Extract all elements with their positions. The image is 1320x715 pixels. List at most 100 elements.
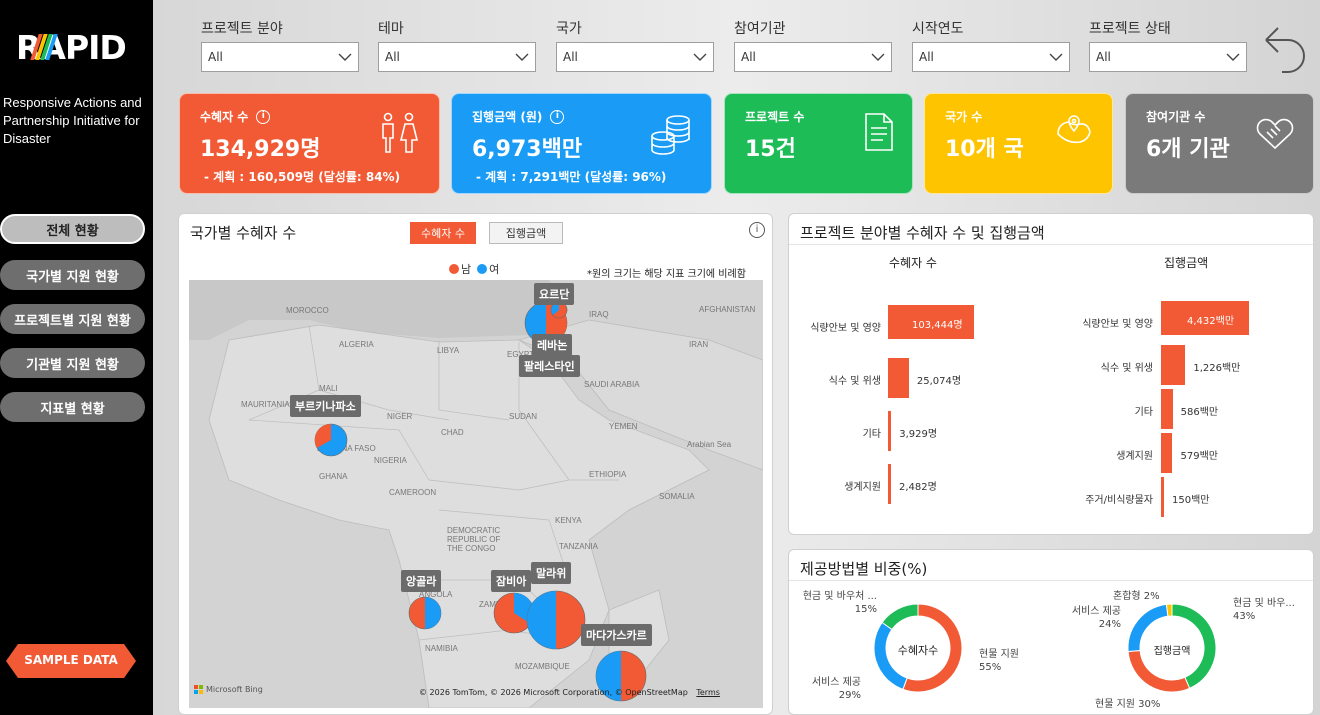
map-legend: 남 여 [449, 261, 499, 277]
donut-center-label: 집행금액 [1153, 646, 1191, 657]
donut-label: 혼합형 2% [1113, 590, 1160, 603]
filter-agency-select[interactable]: All [734, 42, 892, 72]
nav-country[interactable]: 국가별 지원 현황 [0, 260, 145, 290]
kpi-label-text: 수혜자 수 [200, 110, 249, 124]
nav-project[interactable]: 프로젝트별 지원 현황 [0, 304, 145, 334]
donut-label: 현물 지원 55% [979, 648, 1019, 674]
bar[interactable] [888, 464, 891, 504]
bar-label: 식량안보 및 영양 [1082, 319, 1153, 330]
bar-value: 1,226백만 [1193, 363, 1241, 374]
country-tag-lebanon[interactable]: 레바논 [532, 334, 573, 356]
bar[interactable] [1161, 345, 1186, 385]
donut-label: 현물 지원 30% [1095, 698, 1160, 711]
tagline: Responsive Actions and Partnership Initi… [3, 95, 142, 146]
donut-label: 현금 및 바우... 43% [1233, 597, 1295, 623]
filter-status: 프로젝트 상태 All [1089, 18, 1247, 72]
chevron-down-icon [338, 50, 352, 64]
country-tag-malawi[interactable]: 말라위 [531, 562, 572, 584]
filter-start-year: 시작연도 All [912, 18, 1070, 72]
filter-label: 테마 [378, 21, 404, 37]
back-arrow-icon[interactable] [1262, 24, 1308, 78]
filter-label: 프로젝트 상태 [1089, 21, 1171, 37]
terms-link[interactable]: Terms [696, 688, 720, 697]
bar-label: 기타 [1134, 407, 1153, 418]
divider [789, 580, 1313, 581]
legend-male-swatch [449, 264, 459, 274]
donut-slice[interactable] [1165, 603, 1173, 617]
bar-value: 4,432백만 [1187, 316, 1235, 327]
country-tag-angola[interactable]: 앙골라 [401, 570, 442, 592]
bubble-malawi[interactable] [526, 590, 586, 650]
country-tag-madagascar[interactable]: 마다가스카르 [581, 624, 652, 646]
chevron-down-icon [1226, 50, 1240, 64]
donut-center-label: 수혜자수 [897, 644, 939, 657]
bar[interactable] [1161, 433, 1173, 473]
nav-agency[interactable]: 기관별 지원 현황 [0, 348, 145, 378]
country-tag-palestine[interactable]: 팔레스타인 [519, 355, 580, 377]
document-icon [864, 112, 894, 156]
map-panel-title: 국가별 수혜자 수 [190, 224, 297, 242]
filter-country: 국가 All [556, 18, 714, 72]
filter-country-select[interactable]: All [556, 42, 714, 72]
toggle-amount[interactable]: 집행금액 [489, 222, 563, 244]
toggle-beneficiaries[interactable]: 수혜자 수 [410, 222, 476, 244]
nav-overview[interactable]: 전체 현황 [0, 214, 145, 244]
chevron-down-icon [693, 50, 707, 64]
bar-label: 식수 및 위생 [1100, 363, 1153, 374]
filter-value: All [741, 50, 756, 64]
country-tag-burkina-faso[interactable]: 부르키나파소 [290, 395, 361, 417]
bar[interactable] [888, 358, 909, 398]
donut-label-text: 현물 지원 [1095, 699, 1135, 710]
filter-label: 국가 [556, 21, 582, 37]
filter-status-select[interactable]: All [1089, 42, 1247, 72]
nav-indicator[interactable]: 지표별 현황 [0, 392, 145, 422]
filter-start-year-select[interactable]: All [912, 42, 1070, 72]
country-tag-zambia[interactable]: 잠비아 [491, 570, 532, 592]
africa-map[interactable]: MOROCCO ALGERIA LIBYA EGYPT SAUDI ARABIA… [189, 280, 763, 708]
donut-label-pct: 29% [838, 690, 861, 701]
bar-label: 생계지원 [844, 482, 881, 493]
map-bubbles [314, 290, 647, 702]
donut-label-pct: 2% [1143, 591, 1160, 602]
country-tag-jordan[interactable]: 요르단 [534, 283, 575, 305]
bar-label: 식수 및 위생 [828, 376, 881, 387]
filter-theme-select[interactable]: All [378, 42, 536, 72]
filter-value: All [1096, 50, 1111, 64]
donut-label-text: 혼합형 [1113, 591, 1141, 602]
bar-value: 3,929명 [899, 429, 938, 440]
sidebar: RAPID Responsive Actions and Partnership… [0, 0, 153, 715]
filter-field: 프로젝트 분야 All [201, 18, 359, 72]
bar[interactable] [1161, 389, 1173, 429]
legend-female-swatch [477, 264, 488, 274]
filter-value: All [208, 50, 223, 64]
donut-label-text: 현금 및 바우처 ... [802, 591, 877, 602]
bing-credit: Microsoft Bing [194, 685, 263, 694]
info-icon[interactable]: i [256, 109, 271, 124]
people-icon [377, 112, 421, 160]
donut-label-pct: 30% [1138, 699, 1161, 710]
bar[interactable] [888, 411, 892, 451]
filter-label: 프로젝트 분야 [201, 21, 283, 37]
info-icon[interactable]: i [749, 222, 765, 238]
divider [789, 244, 1313, 245]
bar[interactable] [1161, 477, 1164, 517]
bar-value: 579백만 [1180, 451, 1218, 462]
bar-value: 150백만 [1172, 495, 1210, 506]
method-panel-title: 제공방법별 비중(%) [800, 560, 928, 578]
kpi-label-text: 집행금액 (원) [472, 110, 543, 124]
bubble-burkina-faso[interactable] [314, 423, 348, 457]
bar-label: 기타 [862, 429, 881, 440]
donut-label: 서비스 제공 24% [1055, 605, 1121, 631]
bubble-angola[interactable] [408, 596, 442, 630]
sample-data-badge: SAMPLE DATA [6, 644, 136, 678]
bar-label: 주거/비식량물자 [1085, 495, 1153, 506]
donut-slice[interactable] [881, 603, 919, 631]
map-panel: 국가별 수혜자 수 수혜자 수 집행금액 i 남 여 *원의 크기는 해당 지표… [178, 213, 773, 715]
method-panel: 제공방법별 비중(%) 수혜자수 집행금액 현물 지원 55% 서비스 제공 29%… [788, 549, 1314, 715]
right-header: 집행금액 [1164, 256, 1209, 270]
map-credit: © 2026 TomTom, © 2026 Microsoft Corporat… [419, 688, 720, 697]
kpi-sub: - 계획 : 160,509명 (달성률: 84%) [204, 170, 401, 184]
map-note: *원의 크기는 해당 지표 크기에 비례함 [587, 269, 746, 280]
filter-field-select[interactable]: All [201, 42, 359, 72]
info-icon[interactable]: i [550, 109, 565, 124]
